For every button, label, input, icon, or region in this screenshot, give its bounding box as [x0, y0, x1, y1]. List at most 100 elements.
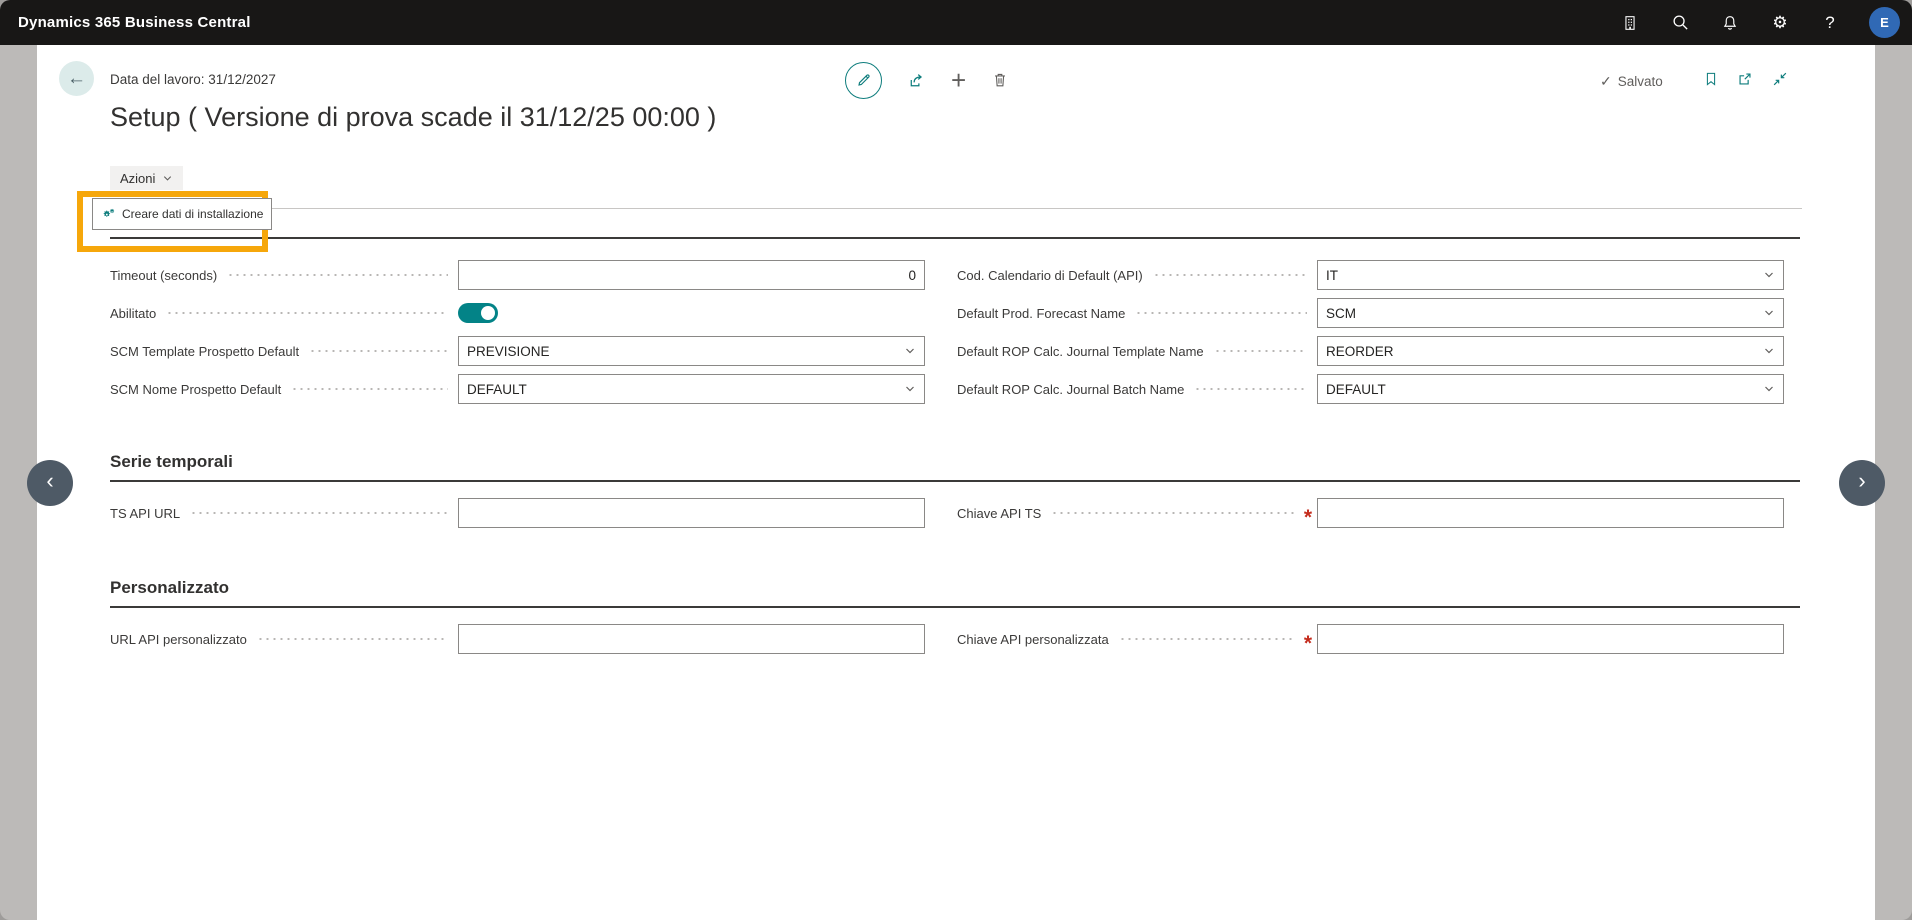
bookmark-icon[interactable] [1703, 70, 1719, 88]
scm-template-combobox[interactable]: PREVISIONE [458, 336, 925, 366]
url-api-input[interactable] [458, 624, 925, 654]
new-record-plus-icon[interactable]: + [951, 67, 966, 93]
combobox-value: DEFAULT [1326, 382, 1386, 397]
ts-api-url-input[interactable] [458, 498, 925, 528]
chiave-api-personalizzata-label: Chiave API personalizzata [957, 632, 1109, 647]
timeout-input[interactable] [458, 260, 925, 290]
chevron-down-icon [1763, 269, 1775, 281]
abilitato-toggle[interactable] [458, 303, 498, 323]
chiave-api-personalizzata-input[interactable] [1317, 624, 1784, 654]
chevron-down-icon [1763, 383, 1775, 395]
gears-sparkle-icon [101, 207, 116, 222]
actionbar-divider [110, 208, 1802, 209]
field-row-chiave-api-ts: Chiave API TS * [957, 498, 1784, 528]
scm-nome-label: SCM Nome Prospetto Default [110, 382, 281, 397]
field-row-rop-batch: Default ROP Calc. Journal Batch Name DEF… [957, 374, 1784, 404]
rop-template-combobox[interactable]: REORDER [1317, 336, 1784, 366]
delete-trash-icon[interactable] [991, 71, 1009, 89]
dot-leader [1051, 512, 1294, 514]
url-api-label: URL API personalizzato [110, 632, 247, 647]
page-title: Setup ( Versione di prova scade il 31/12… [110, 102, 716, 133]
ts-api-url-label: TS API URL [110, 506, 180, 521]
combobox-value: PREVISIONE [467, 344, 550, 359]
dot-leader [257, 638, 448, 640]
notifications-bell-icon[interactable] [1719, 12, 1741, 34]
dot-leader [166, 312, 448, 314]
rop-template-label: Default ROP Calc. Journal Template Name [957, 344, 1204, 359]
timeout-label: Timeout (seconds) [110, 268, 217, 283]
next-record-button[interactable]: › [1839, 460, 1885, 506]
required-asterisk: * [1304, 639, 1312, 649]
topbar: Dynamics 365 Business Central [0, 0, 1912, 45]
topbar-icons: ⚙ ? E [1619, 0, 1900, 45]
field-row-url-api: URL API personalizzato [110, 624, 925, 654]
dot-leader [190, 512, 448, 514]
create-install-data-label: Creare dati di installazione [122, 207, 263, 221]
combobox-value: IT [1326, 268, 1338, 283]
page-toolbar: + [845, 61, 1009, 99]
previous-record-button[interactable]: ‹ [27, 460, 73, 506]
chevron-down-icon [162, 173, 173, 184]
scm-nome-combobox[interactable]: DEFAULT [458, 374, 925, 404]
check-icon: ✓ [1600, 73, 1612, 90]
collapse-icon[interactable] [1771, 70, 1789, 88]
settings-gear-icon[interactable]: ⚙ [1769, 12, 1791, 34]
field-row-abilitato: Abilitato [110, 298, 925, 328]
dot-leader [227, 274, 448, 276]
field-row-timeout: Timeout (seconds) [110, 260, 925, 290]
pencil-icon [855, 71, 873, 89]
chevron-down-icon [904, 345, 916, 357]
general-section-underline [110, 237, 1800, 239]
create-install-data-button[interactable]: Creare dati di installazione [92, 198, 272, 230]
content-card [37, 45, 1875, 920]
calendario-label: Cod. Calendario di Default (API) [957, 268, 1143, 283]
field-row-forecast: Default Prod. Forecast Name SCM [957, 298, 1784, 328]
dot-leader [291, 388, 448, 390]
chevron-left-icon: ‹ [46, 468, 53, 494]
chiave-api-ts-label: Chiave API TS [957, 506, 1041, 521]
azioni-label: Azioni [120, 171, 155, 186]
personalizzato-underline [110, 606, 1800, 608]
combobox-value: SCM [1326, 306, 1356, 321]
combobox-value: REORDER [1326, 344, 1394, 359]
toggle-knob [481, 306, 495, 320]
required-asterisk: * [1304, 513, 1312, 523]
save-status: ✓ Salvato [1600, 73, 1663, 90]
dot-leader [1135, 312, 1307, 314]
calendario-combobox[interactable]: IT [1317, 260, 1784, 290]
chevron-right-icon: › [1858, 468, 1865, 494]
company-icon[interactable] [1619, 12, 1641, 34]
dot-leader [1119, 638, 1294, 640]
saved-label: Salvato [1618, 74, 1663, 89]
header-side-icons [1703, 70, 1789, 88]
back-arrow-icon: ← [67, 68, 86, 90]
forecast-label: Default Prod. Forecast Name [957, 306, 1125, 321]
share-icon[interactable] [907, 71, 926, 90]
field-row-ts-api-url: TS API URL [110, 498, 925, 528]
serie-temporali-underline [110, 480, 1800, 482]
rop-batch-combobox[interactable]: DEFAULT [1317, 374, 1784, 404]
azioni-menu-button[interactable]: Azioni [110, 166, 183, 190]
back-button[interactable]: ← [59, 61, 94, 96]
search-icon[interactable] [1669, 12, 1691, 34]
dot-leader [1153, 274, 1307, 276]
rop-batch-label: Default ROP Calc. Journal Batch Name [957, 382, 1184, 397]
app-window: Dynamics 365 Business Central [0, 0, 1912, 920]
help-icon[interactable]: ? [1819, 12, 1841, 34]
scm-template-label: SCM Template Prospetto Default [110, 344, 299, 359]
chevron-down-icon [1763, 345, 1775, 357]
section-title-serie-temporali: Serie temporali [110, 452, 233, 472]
work-date-label: Data del lavoro: 31/12/2027 [110, 72, 276, 87]
user-avatar[interactable]: E [1869, 7, 1900, 38]
dot-leader [1214, 350, 1307, 352]
field-row-rop-template: Default ROP Calc. Journal Template Name … [957, 336, 1784, 366]
forecast-combobox[interactable]: SCM [1317, 298, 1784, 328]
open-in-window-icon[interactable] [1736, 70, 1754, 88]
combobox-value: DEFAULT [467, 382, 527, 397]
section-title-personalizzato: Personalizzato [110, 578, 229, 598]
field-row-scm-template: SCM Template Prospetto Default PREVISION… [110, 336, 925, 366]
app-title: Dynamics 365 Business Central [18, 14, 251, 31]
chiave-api-ts-input[interactable] [1317, 498, 1784, 528]
field-row-scm-nome: SCM Nome Prospetto Default DEFAULT [110, 374, 925, 404]
edit-button[interactable] [845, 62, 882, 99]
